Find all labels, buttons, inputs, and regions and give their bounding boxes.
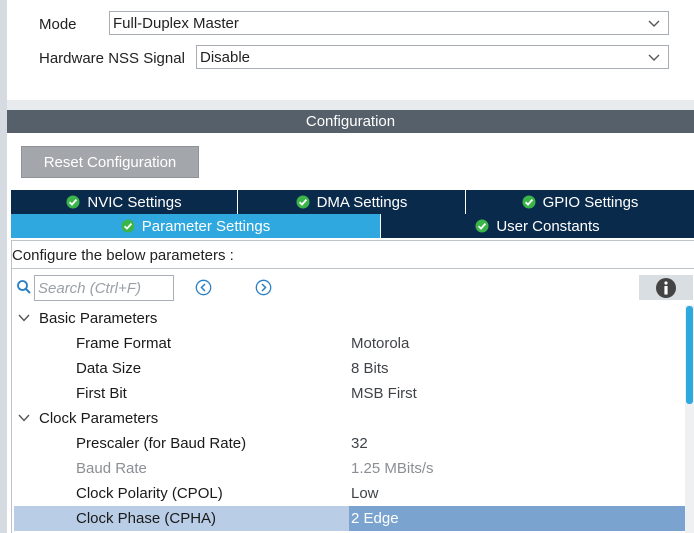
param-name: Prescaler (for Baud Rate) — [76, 435, 247, 452]
param-name: Baud Rate — [76, 460, 147, 477]
check-circle-icon — [296, 195, 310, 209]
param-name: First Bit — [76, 385, 127, 402]
check-circle-icon — [121, 219, 135, 233]
tab-label: Parameter Settings — [141, 217, 271, 235]
nss-select-value: Disable — [200, 48, 251, 66]
divider — [11, 268, 694, 269]
param-value: MSB First — [351, 385, 417, 402]
chevron-down-icon — [648, 54, 660, 61]
tab-user-constants[interactable]: User Constants — [381, 214, 694, 238]
spi-configuration-window: Mode Full-Duplex Master Hardware NSS Sig… — [0, 0, 694, 533]
selected-value-cell[interactable] — [349, 506, 685, 531]
mode-label: Mode — [39, 15, 77, 33]
panel-separator — [7, 100, 694, 110]
param-row-data-size[interactable]: Data Size 8 Bits — [14, 356, 685, 381]
left-rail — [0, 0, 7, 533]
search-input[interactable] — [34, 275, 174, 301]
tab-label: NVIC Settings — [87, 193, 182, 211]
chevron-down-icon[interactable] — [18, 413, 30, 423]
param-name: Frame Format — [76, 335, 172, 352]
tab-nvic-settings[interactable]: NVIC Settings — [11, 190, 238, 214]
info-icon[interactable] — [655, 277, 677, 299]
reset-configuration-button[interactable]: Reset Configuration — [21, 146, 199, 178]
param-row-clock-phase[interactable]: Clock Phase (CPHA) 2 Edge — [14, 506, 685, 531]
check-circle-icon — [475, 219, 489, 233]
nss-label: Hardware NSS Signal — [39, 49, 185, 67]
configuration-header: Configuration — [7, 110, 694, 133]
nss-row: Hardware NSS Signal — [39, 45, 185, 71]
tab-label: User Constants — [496, 217, 600, 235]
param-row-prescaler[interactable]: Prescaler (for Baud Rate) 32 — [14, 431, 685, 456]
tab-gpio-settings[interactable]: GPIO Settings — [466, 190, 694, 214]
param-row-first-bit[interactable]: First Bit MSB First — [14, 381, 685, 406]
nss-select[interactable]: Disable — [196, 45, 669, 69]
group-label: Clock Parameters — [39, 410, 159, 427]
param-row-baud-rate: Baud Rate 1.25 MBits/s — [14, 456, 685, 481]
param-value: Motorola — [351, 335, 410, 352]
check-circle-icon — [66, 195, 80, 209]
scrollbar-thumb[interactable] — [686, 306, 693, 404]
chevron-down-icon[interactable] — [18, 313, 30, 323]
tab-dma-settings[interactable]: DMA Settings — [238, 190, 466, 214]
group-clock-parameters[interactable]: Clock Parameters — [14, 406, 685, 431]
tab-label: DMA Settings — [316, 193, 408, 211]
tab-label: GPIO Settings — [542, 193, 639, 211]
mode-row: Mode — [39, 11, 77, 37]
configuration-title: Configuration — [305, 113, 396, 130]
chevron-right-circle-icon[interactable] — [255, 279, 272, 296]
chevron-left-circle-icon[interactable] — [195, 279, 212, 296]
mode-select[interactable]: Full-Duplex Master — [109, 11, 669, 35]
param-name: Data Size — [76, 360, 142, 377]
param-value: 32 — [351, 435, 368, 452]
param-row-clock-polarity[interactable]: Clock Polarity (CPOL) Low — [14, 481, 685, 506]
param-value: Low — [351, 485, 379, 502]
tab-parameter-settings[interactable]: Parameter Settings — [11, 214, 381, 238]
reset-configuration-label: Reset Configuration — [43, 153, 177, 171]
group-basic-parameters[interactable]: Basic Parameters — [14, 306, 685, 331]
param-value: 8 Bits — [351, 360, 389, 377]
param-value: 2 Edge — [351, 510, 399, 527]
configure-instructions: Configure the below parameters : — [12, 247, 234, 264]
param-row-frame-format[interactable]: Frame Format Motorola — [14, 331, 685, 356]
check-circle-icon — [522, 195, 536, 209]
group-label: Basic Parameters — [39, 310, 158, 327]
search-icon — [17, 280, 31, 294]
chevron-down-icon — [648, 20, 660, 27]
mode-select-value: Full-Duplex Master — [113, 14, 239, 32]
param-value: 1.25 MBits/s — [351, 460, 434, 477]
param-name: Clock Phase (CPHA) — [76, 510, 217, 527]
param-name: Clock Polarity (CPOL) — [76, 485, 223, 502]
